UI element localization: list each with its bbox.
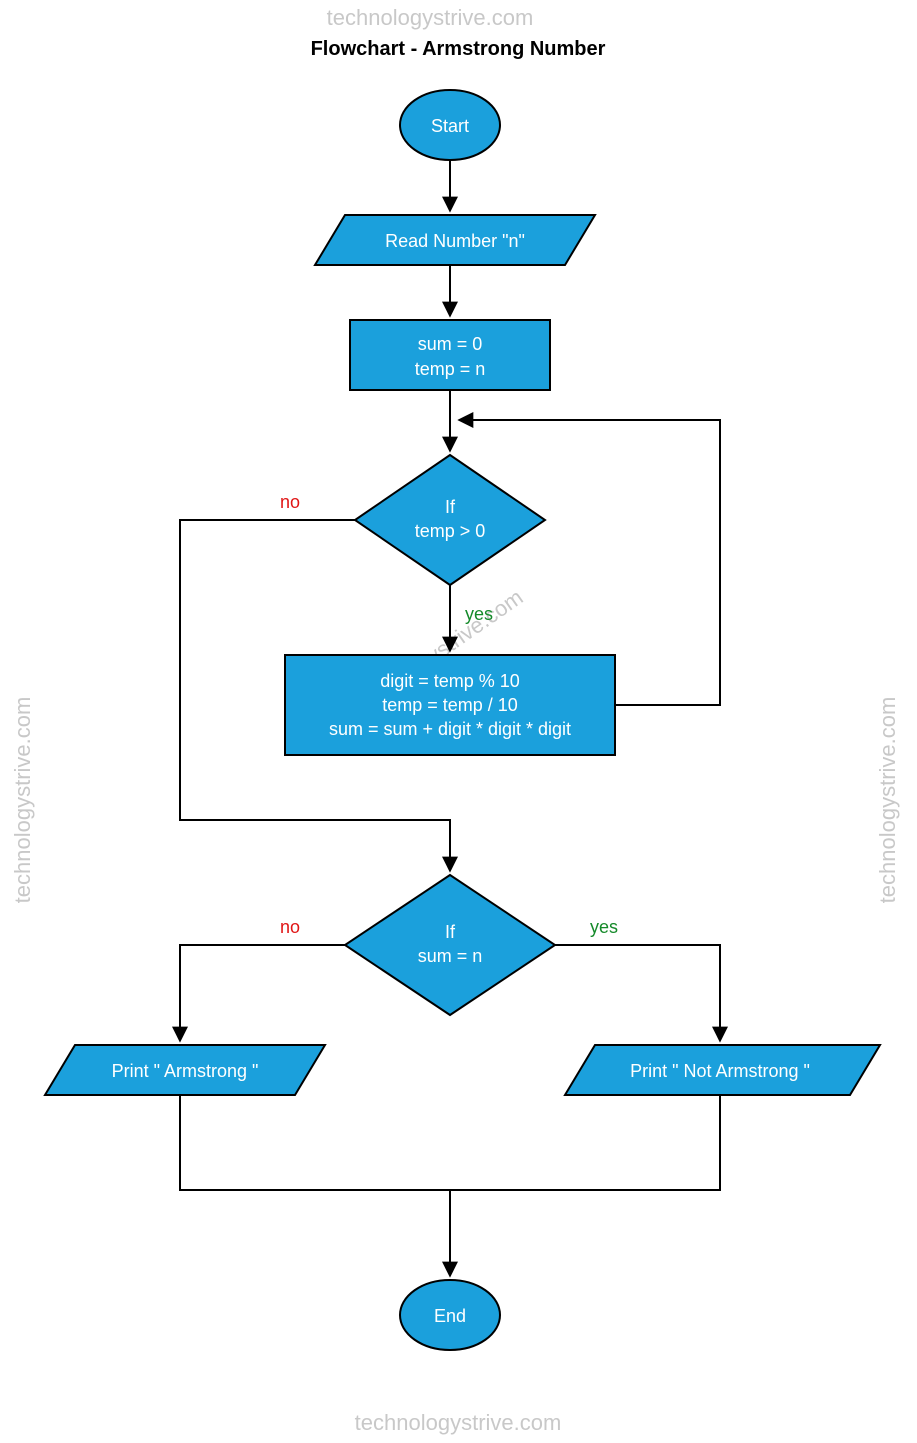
- label-cond2-no: no: [280, 917, 300, 937]
- node-body-line1: digit = temp % 10: [380, 671, 520, 691]
- node-init: sum = 0 temp = n: [350, 320, 550, 390]
- node-body: digit = temp % 10 temp = temp / 10 sum =…: [285, 655, 615, 755]
- label-cond1-yes: yes: [465, 604, 493, 624]
- node-read-label: Read Number "n": [385, 231, 525, 251]
- node-read: Read Number "n": [315, 215, 595, 265]
- node-print-yes-label: Print " Armstrong ": [112, 1061, 259, 1081]
- edge-cond2-printno: [555, 945, 720, 1040]
- node-init-line2: temp = n: [415, 359, 486, 379]
- node-cond2-line1: If: [445, 922, 456, 942]
- watermark-right: technologystrive.com: [875, 697, 900, 904]
- node-print-no-label: Print " Not Armstrong ": [630, 1061, 810, 1081]
- watermark-bottom: technologystrive.com: [355, 1410, 562, 1435]
- node-print-yes: Print " Armstrong ": [45, 1045, 325, 1095]
- flowchart-canvas: technologystrive.com technologystrive.co…: [0, 0, 917, 1443]
- node-body-line3: sum = sum + digit * digit * digit: [329, 719, 571, 739]
- node-init-line1: sum = 0: [418, 334, 483, 354]
- edge-printyes-end: [180, 1095, 450, 1275]
- node-print-no: Print " Not Armstrong ": [565, 1045, 880, 1095]
- edge-printno-end: [450, 1095, 720, 1190]
- diagram-title: Flowchart - Armstrong Number: [311, 38, 606, 60]
- node-start-label: Start: [431, 116, 469, 136]
- label-cond1-no: no: [280, 492, 300, 512]
- label-cond2-yes: yes: [590, 917, 618, 937]
- node-end: End: [400, 1280, 500, 1350]
- node-body-line2: temp = temp / 10: [382, 695, 518, 715]
- watermark-top: technologystrive.com: [327, 5, 534, 30]
- node-cond1-line2: temp > 0: [415, 521, 486, 541]
- node-cond1-line1: If: [445, 497, 456, 517]
- edge-cond2-printyes: [180, 945, 345, 1040]
- node-cond1: If temp > 0: [355, 455, 545, 585]
- node-cond2: If sum = n: [345, 875, 555, 1015]
- node-end-label: End: [434, 1306, 466, 1326]
- watermark-left: technologystrive.com: [10, 697, 35, 904]
- node-start: Start: [400, 90, 500, 160]
- node-cond2-line2: sum = n: [418, 946, 483, 966]
